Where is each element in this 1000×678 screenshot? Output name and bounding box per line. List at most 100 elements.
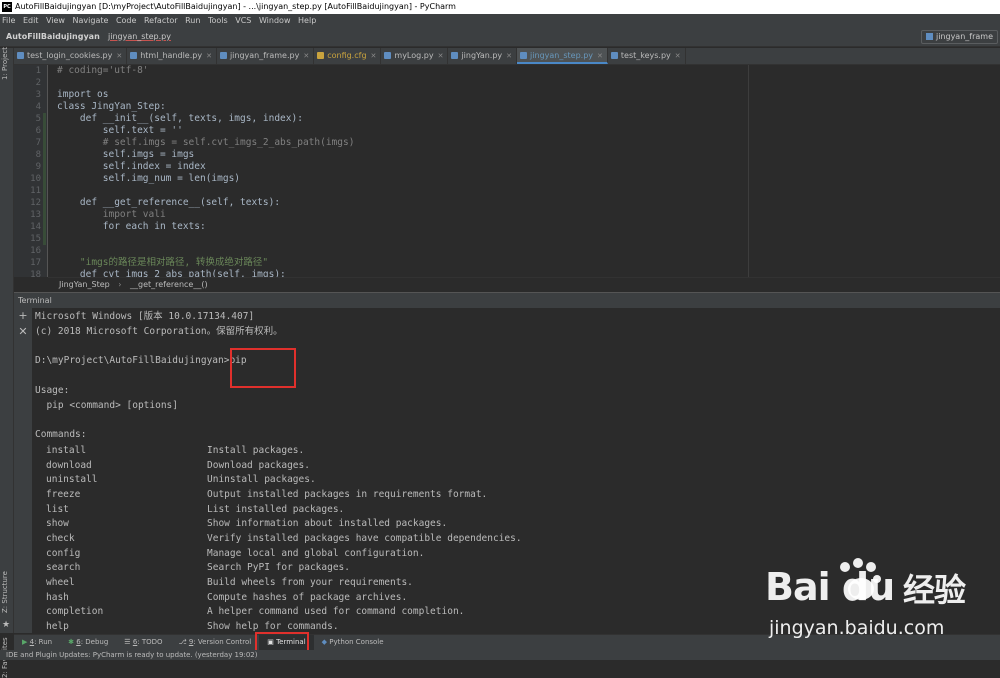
python-file-icon	[130, 52, 138, 59]
menu-vcs[interactable]: VCS	[235, 16, 251, 25]
tab-jingyan-step[interactable]: jingyan_step.py ✕	[517, 48, 608, 64]
pip-command-desc: Search PyPI for packages.	[207, 562, 350, 573]
menu-window[interactable]: Window	[259, 16, 291, 25]
python-file-icon	[17, 52, 24, 59]
pip-command-name: check	[46, 533, 75, 544]
pip-command-desc: Verify installed packages have compatibl…	[207, 533, 522, 544]
tab-jingyan-frame[interactable]: jingyan_frame.py ✕	[217, 48, 315, 64]
nav-project-name[interactable]: AutoFillBaidujingyan	[6, 32, 100, 41]
menu-code[interactable]: Code	[116, 16, 136, 25]
run-tool-tab[interactable]: ▶ 4: Run	[14, 635, 60, 650]
status-message[interactable]: IDE and Plugin Updates: PyCharm is ready…	[6, 651, 257, 659]
run-config-selector[interactable]: jingyan_frame	[920, 30, 998, 44]
line-number: 14	[30, 222, 41, 232]
navigation-bar: AutoFillBaidujingyan jingyan_step.py jin…	[0, 28, 1000, 47]
pip-command-desc: Uninstall packages.	[207, 474, 316, 485]
menu-view[interactable]: View	[46, 16, 65, 25]
close-icon[interactable]: ✕	[675, 52, 681, 60]
line-number: 15	[30, 234, 41, 244]
pip-command-desc: Download packages.	[207, 460, 310, 471]
editor-tab-bar: test_login_cookies.py ✕ html_handle.py ✕ jin…	[14, 48, 1000, 65]
menu-edit[interactable]: Edit	[23, 16, 39, 25]
close-icon[interactable]: ✕	[206, 52, 212, 60]
code-line: "imgs的路径是相对路径, 转换成绝对路径"	[57, 257, 269, 268]
python-file-icon	[384, 52, 392, 59]
line-number: 10	[30, 174, 41, 184]
code-line: import vali	[57, 209, 166, 220]
terminal-toolbar: + ✕	[14, 308, 32, 633]
todo-tool-tab[interactable]: ☰ 6: TODO	[116, 635, 170, 650]
pip-command-desc: List installed packages.	[207, 504, 345, 515]
line-number: 18	[30, 270, 41, 280]
menu-refactor[interactable]: Refactor	[144, 16, 178, 25]
pip-command-name: install	[46, 445, 87, 456]
line-number: 11	[30, 186, 41, 196]
python-file-icon	[451, 52, 459, 59]
line-number-gutter: 1 2 3 4 5 6 7 8 9 10 11 12 13 14 15 16 1…	[14, 65, 48, 280]
tab-jingyan[interactable]: jingYan.py ✕	[448, 48, 518, 64]
terminal-banner-line: (c) 2018 Microsoft Corporation。保留所有权利。	[35, 326, 283, 337]
tab-mylog[interactable]: myLog.py ✕	[381, 48, 449, 64]
code-line: class JingYan_Step:	[57, 101, 166, 112]
pip-command-name: config	[46, 548, 81, 559]
structure-tool-tab[interactable]: Z: Structure	[1, 571, 9, 613]
line-number: 17	[30, 258, 41, 268]
close-icon[interactable]: ✕	[438, 52, 444, 60]
menu-tools[interactable]: Tools	[208, 16, 228, 25]
menu-navigate[interactable]: Navigate	[73, 16, 109, 25]
line-number: 16	[30, 246, 41, 256]
menu-bar: File Edit View Navigate Code Refactor Ru…	[0, 14, 1000, 28]
menu-help[interactable]: Help	[298, 16, 316, 25]
tab-html-handle[interactable]: html_handle.py ✕	[127, 48, 217, 64]
pip-command-name: uninstall	[46, 474, 98, 485]
tab-test-login-cookies[interactable]: test_login_cookies.py ✕	[14, 48, 128, 64]
left-tool-strip: 1: Project Z: Structure 2: Favorites ★	[0, 47, 14, 678]
close-icon[interactable]: ✕	[303, 52, 309, 60]
debug-icon: ✱	[68, 638, 74, 646]
tab-test-keys[interactable]: test_keys.py ✕	[608, 48, 686, 64]
pip-command-desc: Output installed packages in requirement…	[207, 489, 488, 500]
nav-file-name[interactable]: jingyan_step.py	[108, 32, 171, 41]
version-control-tool-tab[interactable]: ⎇ 9: Version Control	[171, 635, 260, 650]
pip-command-name: help	[46, 621, 69, 632]
chevron-right-icon: ›	[118, 280, 122, 289]
line-number: 3	[35, 90, 41, 100]
window-title: AutoFillBaidujingyan [D:\myProject\AutoF…	[15, 2, 456, 11]
python-console-tool-tab[interactable]: ◆ Python Console	[314, 635, 392, 650]
pip-command-name: search	[46, 562, 81, 573]
python-file-icon	[219, 52, 227, 59]
code-line: def cvt_imgs_2_abs_path(self, imgs):	[57, 269, 286, 277]
terminal-commands-header: Commands:	[35, 429, 87, 440]
python-file-icon	[610, 52, 618, 59]
close-icon[interactable]: ✕	[597, 52, 603, 60]
close-icon[interactable]: ✕	[116, 52, 122, 60]
line-number: 7	[35, 138, 41, 148]
debug-tool-tab[interactable]: ✱ 6: Debug	[60, 635, 116, 650]
close-icon[interactable]: ✕	[14, 324, 32, 340]
watermark-jingyan-cn: 经验	[903, 571, 966, 609]
close-icon[interactable]: ✕	[506, 52, 512, 60]
pip-command-desc: Build wheels from your requirements.	[207, 577, 413, 588]
code-line: for each in texts:	[57, 221, 206, 232]
terminal-prompt-line: D:\myProject\AutoFillBaidujingyan>pip	[35, 355, 247, 366]
code-editor[interactable]: # coding='utf-8' import os class JingYan…	[48, 65, 1000, 277]
terminal-panel-header: Terminal	[14, 292, 1000, 308]
plus-icon[interactable]: +	[14, 308, 32, 324]
tab-config-cfg[interactable]: config.cfg ✕	[314, 48, 382, 64]
line-number: 12	[30, 198, 41, 208]
line-number: 8	[35, 150, 41, 160]
menu-run[interactable]: Run	[185, 16, 200, 25]
watermark-url: jingyan.baidu.com	[769, 617, 945, 639]
breadcrumb-class[interactable]: JingYan_Step	[59, 280, 110, 289]
close-icon[interactable]: ✕	[371, 52, 377, 60]
pip-command-highlight	[230, 348, 296, 388]
pip-command-name: hash	[46, 592, 69, 603]
pip-command-desc: Install packages.	[207, 445, 305, 456]
project-tool-tab[interactable]: 1: Project	[1, 47, 9, 80]
terminal-usage-line: pip <command> [options]	[35, 400, 178, 411]
menu-file[interactable]: File	[2, 16, 15, 25]
watermark-brand: Bai du	[765, 565, 895, 609]
code-line: self.index = index	[57, 161, 206, 172]
code-line: self.img_num = len(imgs)	[57, 173, 241, 184]
breadcrumb-method[interactable]: __get_reference__()	[130, 280, 208, 289]
